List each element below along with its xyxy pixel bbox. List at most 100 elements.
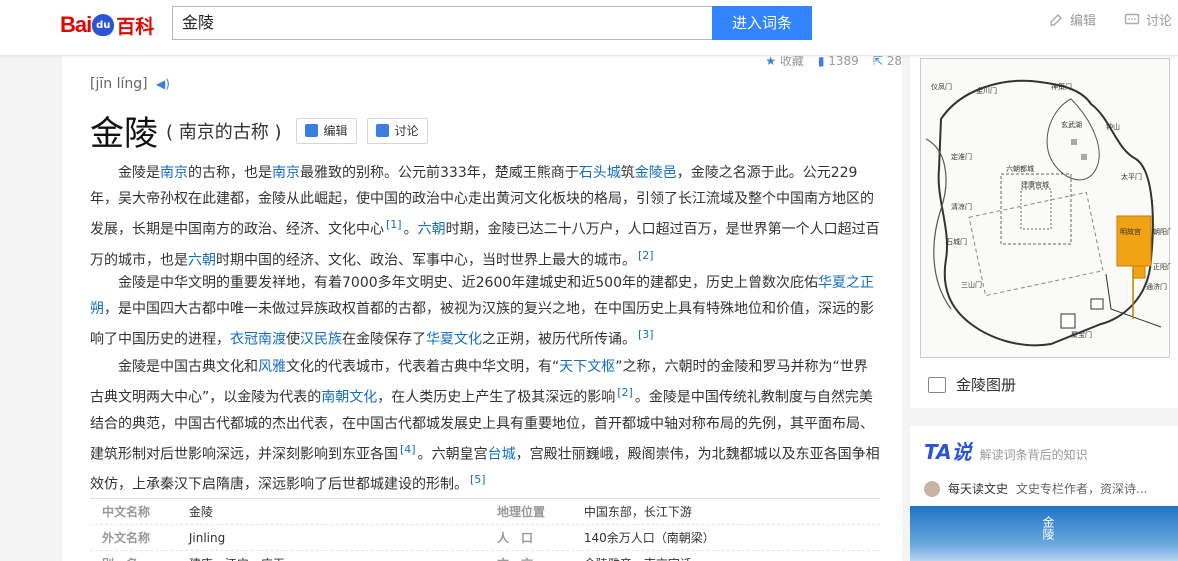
ta-subtitle: 解读词条背后的知识: [979, 448, 1088, 462]
basic-info-row: 中文名称 金陵 地理位置 中国东部，长江下游: [90, 499, 880, 525]
map-label: 玄武湖: [1061, 120, 1082, 129]
inline-link[interactable]: 六朝: [418, 222, 446, 238]
pinyin: [jīn líng] ◀): [90, 76, 170, 92]
inline-link[interactable]: 衣冠南渡: [230, 332, 286, 348]
citation-ref[interactable]: [3]: [638, 328, 654, 341]
citation-ref[interactable]: [2]: [638, 249, 654, 262]
share-button[interactable]: ⇱ 28: [873, 56, 902, 68]
album-link[interactable]: 金陵图册: [928, 374, 1016, 395]
citation-ref[interactable]: [4]: [400, 443, 416, 456]
ta-article-image[interactable]: 金陵: [910, 506, 1178, 561]
search-input[interactable]: 金陵: [172, 6, 713, 40]
logo-baike-text: 百科: [116, 15, 155, 38]
summary-paragraph-1: 金陵是南京的古称，也是南京最雅致的别称。公元前333年，楚威王熊商于石头城筑金陵…: [90, 160, 880, 273]
info-value: 金陵: [188, 505, 213, 519]
logo-paw-icon: du: [92, 14, 115, 36]
inline-link[interactable]: 风雅: [258, 359, 286, 375]
like-count: 1389: [828, 56, 859, 68]
citation-ref[interactable]: [2]: [617, 386, 633, 399]
paragraph-text: 时期中国的经济、文化、政治、军事中心，当时世界上最大的城市。: [216, 252, 636, 269]
map-label: 太平门: [1121, 172, 1142, 181]
inline-link[interactable]: 南京: [160, 165, 188, 181]
ta-author-desc: 文史专栏作者，资深诗...: [1016, 482, 1148, 496]
citation-ref[interactable]: [5]: [470, 473, 486, 486]
info-key: 地理位置: [497, 505, 546, 519]
basic-info-table: 中文名称 金陵 地理位置 中国东部，长江下游 外文名称 Jinling 人 口 140余万人口…: [90, 498, 880, 561]
city-map-image[interactable]: 仪凤门 金川门 神策门 太平门 朝阳门 正阳门 通济门 聚宝门 三山门 石城门 …: [920, 58, 1174, 358]
ta-header: TA说 解读词条背后的知识: [924, 436, 1088, 465]
inline-link[interactable]: 六朝: [188, 252, 216, 268]
chat-icon: [375, 124, 389, 137]
inline-link[interactable]: 汉民族: [300, 332, 342, 348]
info-key: 人 口: [497, 531, 534, 545]
map-label: 明故宫: [1120, 227, 1141, 236]
paragraph-text: 文化的代表城市，代表着古典中华文明，有“: [286, 359, 560, 375]
map-label: 建康宫城: [1021, 180, 1049, 189]
avatar: [924, 480, 940, 497]
entry-stats: ★ 收藏 ▮ 1389 ⇱ 28: [765, 56, 902, 69]
citation-ref[interactable]: [1]: [386, 218, 402, 231]
header-discuss-link[interactable]: 讨论: [1124, 10, 1172, 29]
collect-label: 收藏: [779, 56, 804, 68]
header-discuss-label: 讨论: [1146, 14, 1173, 29]
enter-entry-button[interactable]: 进入词条: [712, 6, 812, 40]
map-label: 清凉门: [951, 202, 972, 211]
inline-link[interactable]: 天下文枢: [559, 359, 615, 375]
inline-link[interactable]: 金陵邑: [635, 165, 677, 181]
article-main: ★ 收藏 ▮ 1389 ⇱ 28 [jīn líng] ◀) 金陵 ( 南京的古…: [62, 56, 902, 561]
logo-bai-text: Bai: [60, 12, 92, 37]
paragraph-text: 的古称，也是: [188, 165, 272, 181]
map-label: 聚宝门: [1071, 330, 1092, 339]
discuss-button[interactable]: 讨论: [366, 117, 428, 144]
album-label: 金陵图册: [956, 376, 1017, 394]
chat-icon: [1124, 13, 1140, 24]
map-label: 钟山: [1106, 122, 1120, 131]
summary-paragraph-2: 金陵是中华文明的重要发祥地，有着7000多年文明史、近2600年建城史和近500…: [90, 270, 880, 353]
ta-image-text: 金陵: [1041, 516, 1055, 540]
info-value: 140余万人口（南朝梁）: [583, 531, 715, 545]
paragraph-text: 金陵是中华文明的重要发祥地，有着7000多年文明史、近2600年建城史和近500…: [118, 275, 818, 291]
info-value: 建康、江宁、应天: [189, 551, 485, 561]
map-label: 正阳门: [1153, 262, 1171, 271]
ta-author[interactable]: 每天读文史 文史专栏作者，资深诗...: [924, 480, 1147, 497]
inline-link[interactable]: 南京: [272, 165, 300, 181]
header-edit-label: 编辑: [1070, 14, 1097, 29]
paragraph-text: 之正朔，被历代所传诵。: [482, 331, 636, 348]
basic-info-row: 外文名称 Jinling 人 口 140余万人口（南朝梁）: [90, 525, 880, 551]
speaker-icon[interactable]: ◀): [156, 77, 170, 91]
info-value: 中国东部，长江下游: [583, 505, 692, 519]
discuss-button-label: 讨论: [394, 124, 419, 138]
baidu-baike-logo[interactable]: Bai du 百科: [60, 8, 154, 42]
share-icon: ⇱: [872, 56, 883, 68]
inline-link[interactable]: 石头城: [579, 165, 621, 181]
inline-link[interactable]: 华夏文化: [426, 332, 482, 348]
paragraph-text: 筑: [620, 165, 635, 181]
map-label: 六朝都城: [1006, 164, 1034, 173]
paragraph-text: 在金陵保存了: [342, 331, 426, 348]
title-row: 金陵 ( 南京的古称 ) 编辑 讨论: [90, 106, 428, 155]
map-label: 朝阳门: [1153, 227, 1171, 236]
map-label: 通济门: [1146, 282, 1167, 291]
page-subtitle: ( 南京的古称 ): [166, 121, 282, 143]
historic-map-drawing: 仪凤门 金川门 神策门 太平门 朝阳门 正阳门 通济门 聚宝门 三山门 石城门 …: [925, 79, 1174, 347]
pencil-icon: [304, 124, 318, 137]
map-label: 三山门: [961, 280, 982, 289]
inline-link[interactable]: 南朝文化: [321, 390, 377, 406]
edit-button[interactable]: 编辑: [295, 117, 357, 144]
header-edit-link[interactable]: 编辑: [1048, 10, 1096, 29]
ta-author-name: 每天读文史: [948, 482, 1009, 496]
like-button[interactable]: ▮ 1389: [818, 56, 859, 68]
paragraph-text: 最雅致的别称。公元前333年，楚威王熊商于: [300, 165, 579, 181]
inline-link[interactable]: 台城: [488, 446, 516, 462]
info-key: 方 言: [485, 551, 584, 561]
paragraph-text: 金陵是: [118, 165, 160, 181]
star-icon: ★: [765, 56, 776, 68]
paragraph-text: 金陵是中国古典文化和: [118, 359, 258, 375]
share-count: 28: [886, 56, 902, 68]
pencil-icon: [1050, 13, 1062, 26]
info-value: 金陵雅音、南京官话: [584, 551, 880, 561]
basic-info-row: 别 名建康、江宁、应天方 言金陵雅音、南京官话: [90, 551, 880, 561]
pinyin-text: [jīn líng]: [90, 76, 148, 92]
collect-button[interactable]: ★ 收藏: [765, 56, 804, 69]
edit-button-label: 编辑: [323, 124, 348, 138]
